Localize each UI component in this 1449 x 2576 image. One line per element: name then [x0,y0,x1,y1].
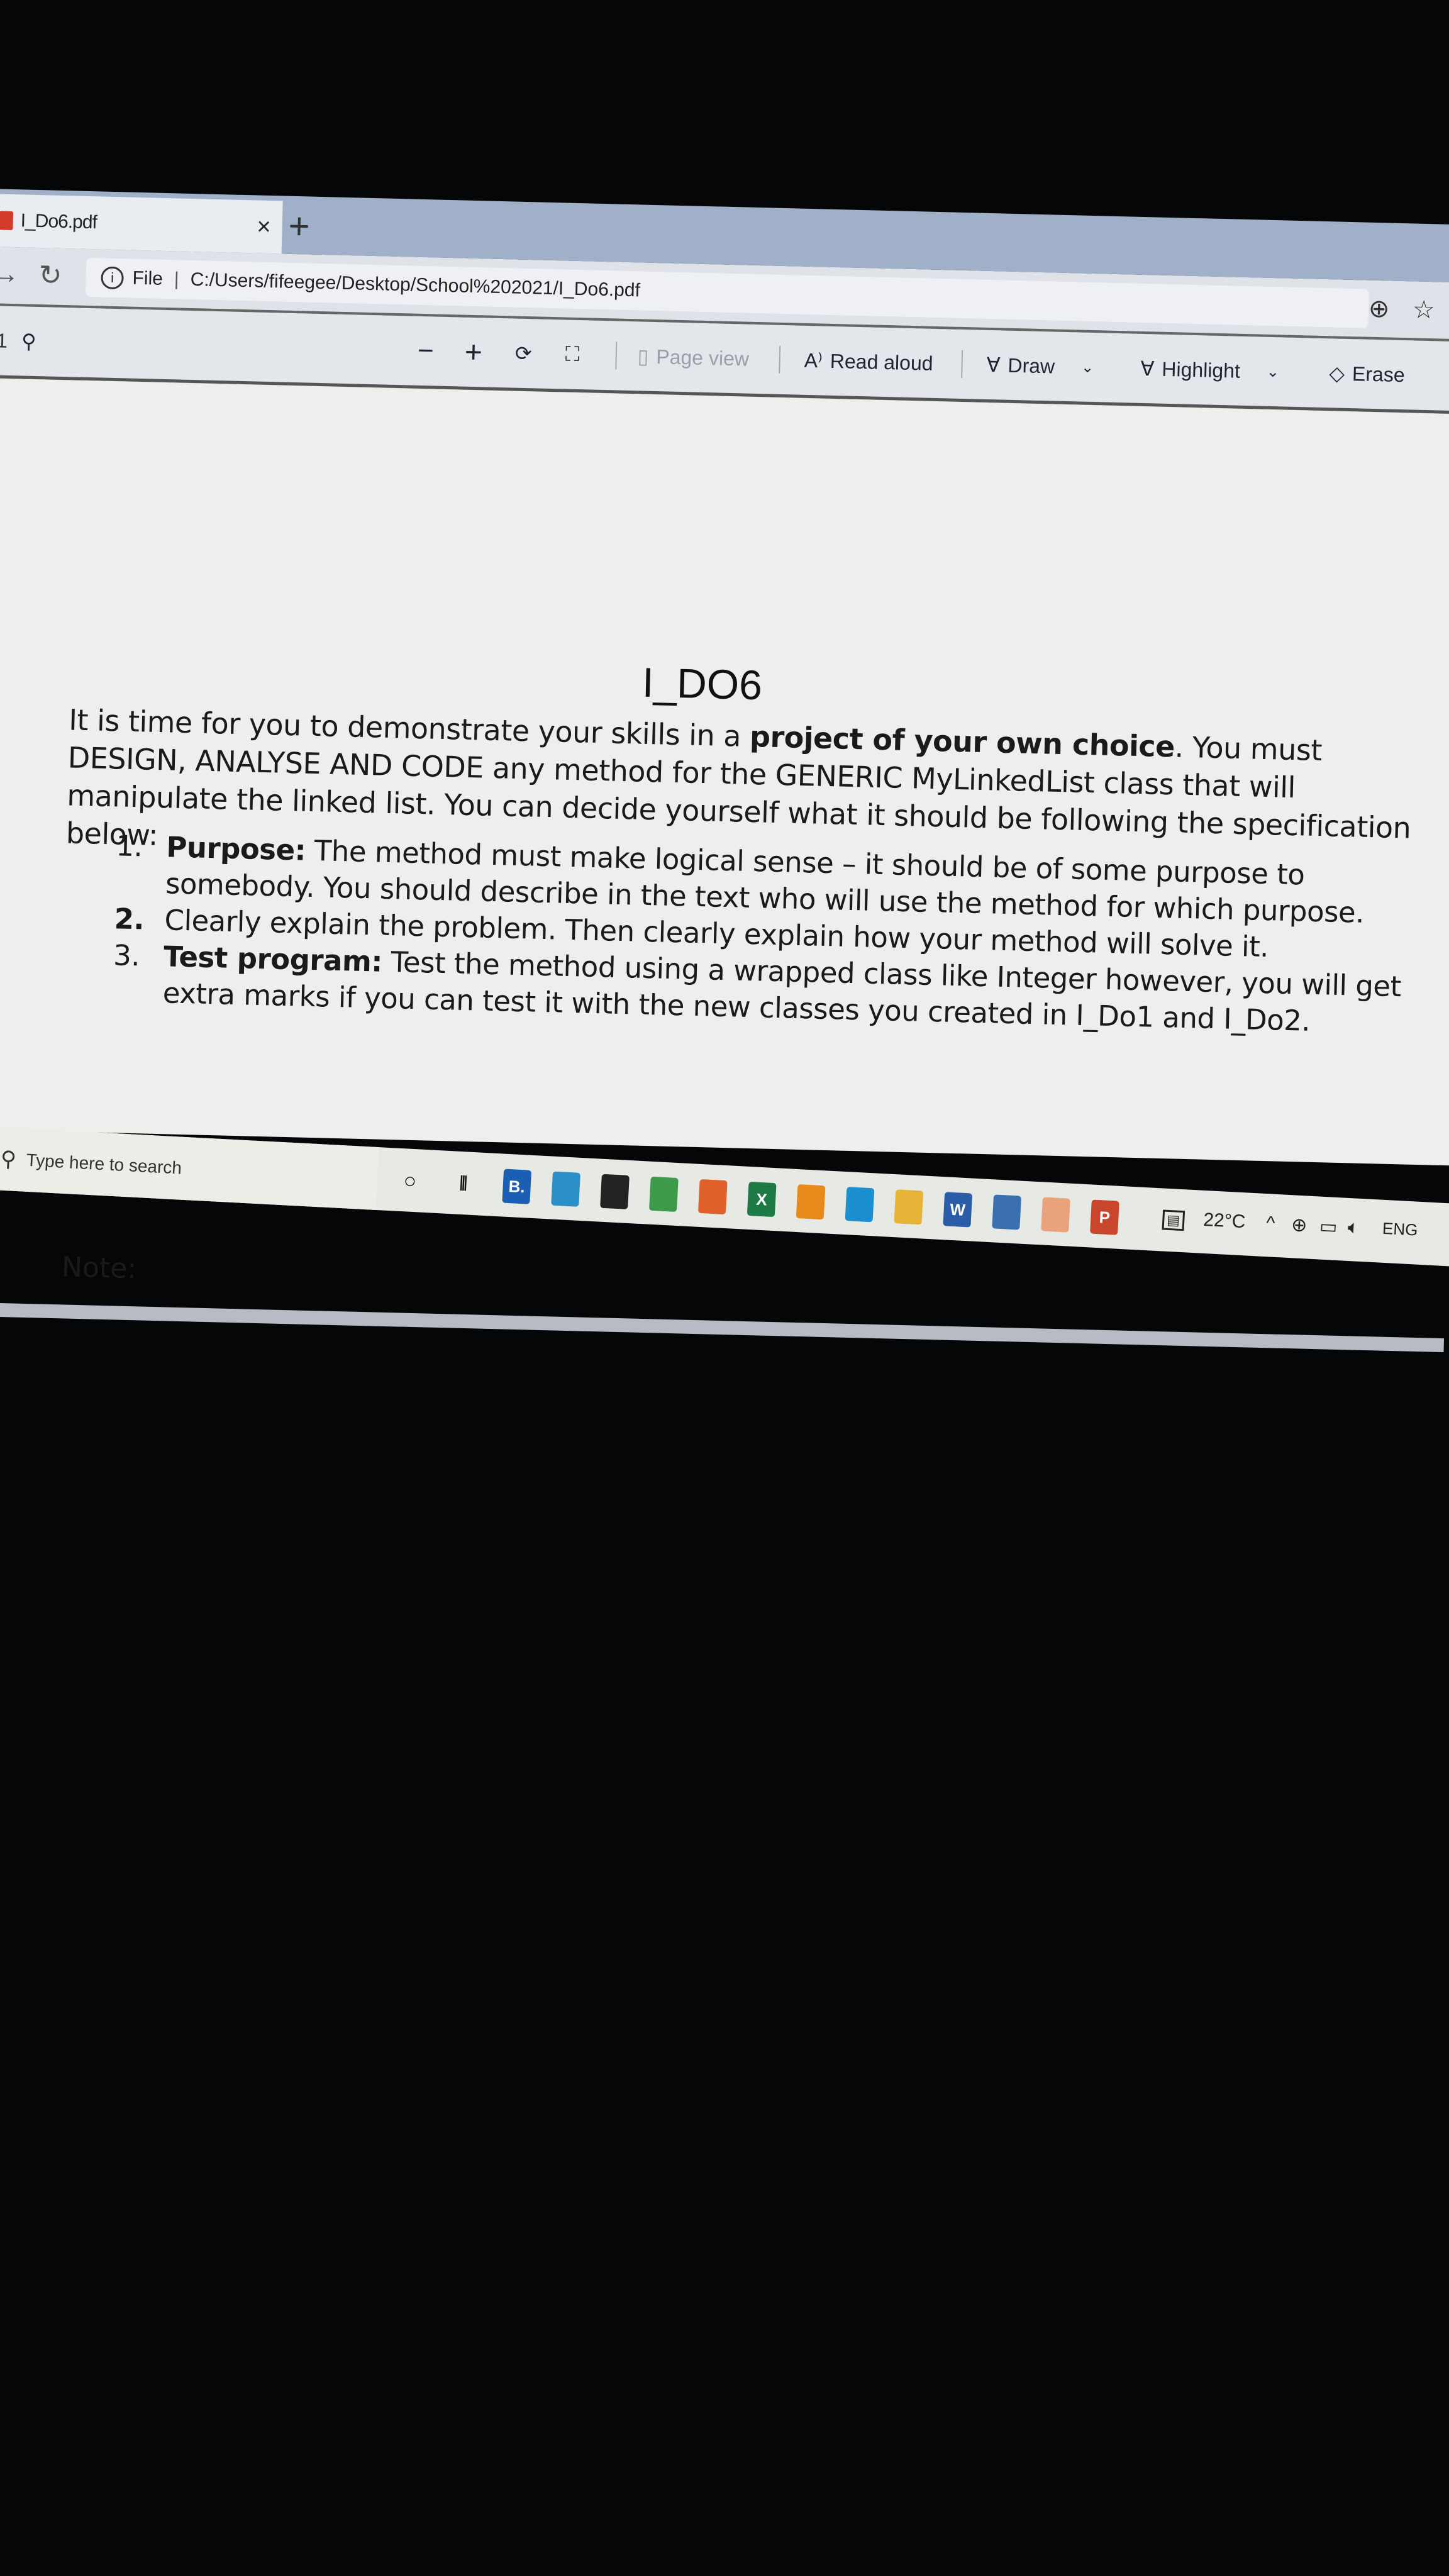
note-label: Note: [61,1251,137,1285]
fit-page-icon[interactable]: ⛶ [565,343,579,367]
intro-bold-text: project of your own choice [749,719,1175,764]
eraser-icon: ◇ [1329,362,1345,385]
taskbar-vlc-icon[interactable] [796,1184,826,1220]
draw-button[interactable]: ∀ Draw ⌄ [986,353,1094,379]
chevron-down-icon[interactable]: ⌄ [1267,362,1280,380]
taskbar-search[interactable]: ⚲ Type here to search [0,1125,379,1210]
task-view-icon[interactable]: ⫼ [448,1166,478,1201]
taskbar-booking-icon[interactable]: B. [502,1169,532,1204]
favorite-star-icon[interactable]: ☆ [1412,295,1435,325]
list-item-heading: Purpose: [165,830,306,867]
taskbar-firefox-icon[interactable] [697,1179,728,1215]
taskbar-mail-icon[interactable] [551,1171,580,1207]
monitor-screen: I_Do6.pdf × + → ↻ i File | C:/Users/fife… [0,189,1449,1353]
zoom-in-button[interactable]: + [464,335,482,370]
taskbar-file-explorer-icon[interactable] [894,1189,924,1225]
language-indicator[interactable]: ENG [1382,1219,1418,1240]
new-tab-icon[interactable]: + [288,205,311,248]
horizontal-scrollbar[interactable] [0,1302,1445,1353]
chevron-down-icon[interactable]: ⌄ [1081,358,1094,376]
taskbar-chrome-icon[interactable] [649,1176,679,1213]
erase-label: Erase [1352,362,1406,386]
page-view-button[interactable]: ▯ Page view [637,344,749,370]
draw-icon: ∀ [986,353,1001,377]
taskbar-store-icon[interactable] [600,1174,630,1209]
page-view-icon: ▯ [637,345,649,368]
tab-title: I_Do6.pdf [20,210,97,233]
highlight-button[interactable]: ∀ Highlight ⌄ [1140,357,1279,384]
taskbar-app-active-icon[interactable] [1041,1197,1070,1233]
cortana-icon[interactable]: ○ [396,1163,425,1199]
document-title: I_DO6 [641,658,763,709]
list-number: 2. [114,902,145,936]
specification-list: 1. Purpose: The method must make logical … [112,828,1405,1041]
erase-button[interactable]: ◇ Erase [1329,361,1405,387]
read-aloud-label: Read aloud [830,349,934,375]
divider [779,345,781,374]
battery-icon[interactable]: ▭ [1319,1216,1338,1238]
list-number: 3. [113,938,140,973]
forward-icon[interactable]: → [0,258,19,290]
divider: | [174,269,180,290]
taskbar-excel-icon[interactable]: X [747,1181,777,1218]
news-weather-icon[interactable]: ▤ [1162,1209,1185,1231]
rotate-icon[interactable]: ⟳ [514,341,532,366]
divider [615,341,618,370]
chevron-up-icon[interactable]: ^ [1265,1213,1275,1235]
highlight-label: Highlight [1162,357,1241,382]
read-aloud-icon: A⁾ [804,348,823,372]
list-item-heading: Test program: [163,940,383,979]
refresh-icon[interactable]: ↻ [38,259,62,292]
pdf-page: I_DO6 It is time for you to demonstrate … [0,377,1449,1353]
page-view-label: Page view [655,345,750,370]
taskbar-edge-icon[interactable] [845,1187,875,1223]
weather-text[interactable]: 22°C [1203,1209,1246,1233]
zoom-out-button[interactable]: − [417,335,434,367]
close-tab-icon[interactable]: × [257,213,271,241]
taskbar-word-icon[interactable]: W [943,1192,973,1228]
divider [961,350,963,378]
zoom-icon[interactable]: ⊕ [1368,294,1390,324]
search-icon[interactable]: ⚲ [21,329,36,353]
network-globe-icon[interactable]: ⊕ [1291,1214,1307,1236]
taskbar-app-hexagon-icon[interactable] [992,1194,1022,1230]
info-icon[interactable]: i [101,266,125,290]
url-scheme-label: File [132,267,164,289]
url-text: C:/Users/fifeegee/Desktop/School%202021/… [190,269,641,301]
read-aloud-button[interactable]: A⁾ Read aloud [804,348,933,375]
page-number[interactable]: 1 [0,329,8,352]
taskbar-powerpoint-icon[interactable]: P [1090,1199,1119,1235]
draw-label: Draw [1008,353,1055,378]
volume-icon[interactable]: 🔈︎ [1347,1217,1360,1239]
tab-pdf[interactable]: I_Do6.pdf × [0,193,283,254]
highlight-icon: ∀ [1140,357,1155,380]
list-number: 1. [115,829,143,863]
search-icon: ⚲ [0,1146,17,1172]
pdf-file-icon [0,211,14,231]
search-placeholder: Type here to search [25,1150,182,1178]
